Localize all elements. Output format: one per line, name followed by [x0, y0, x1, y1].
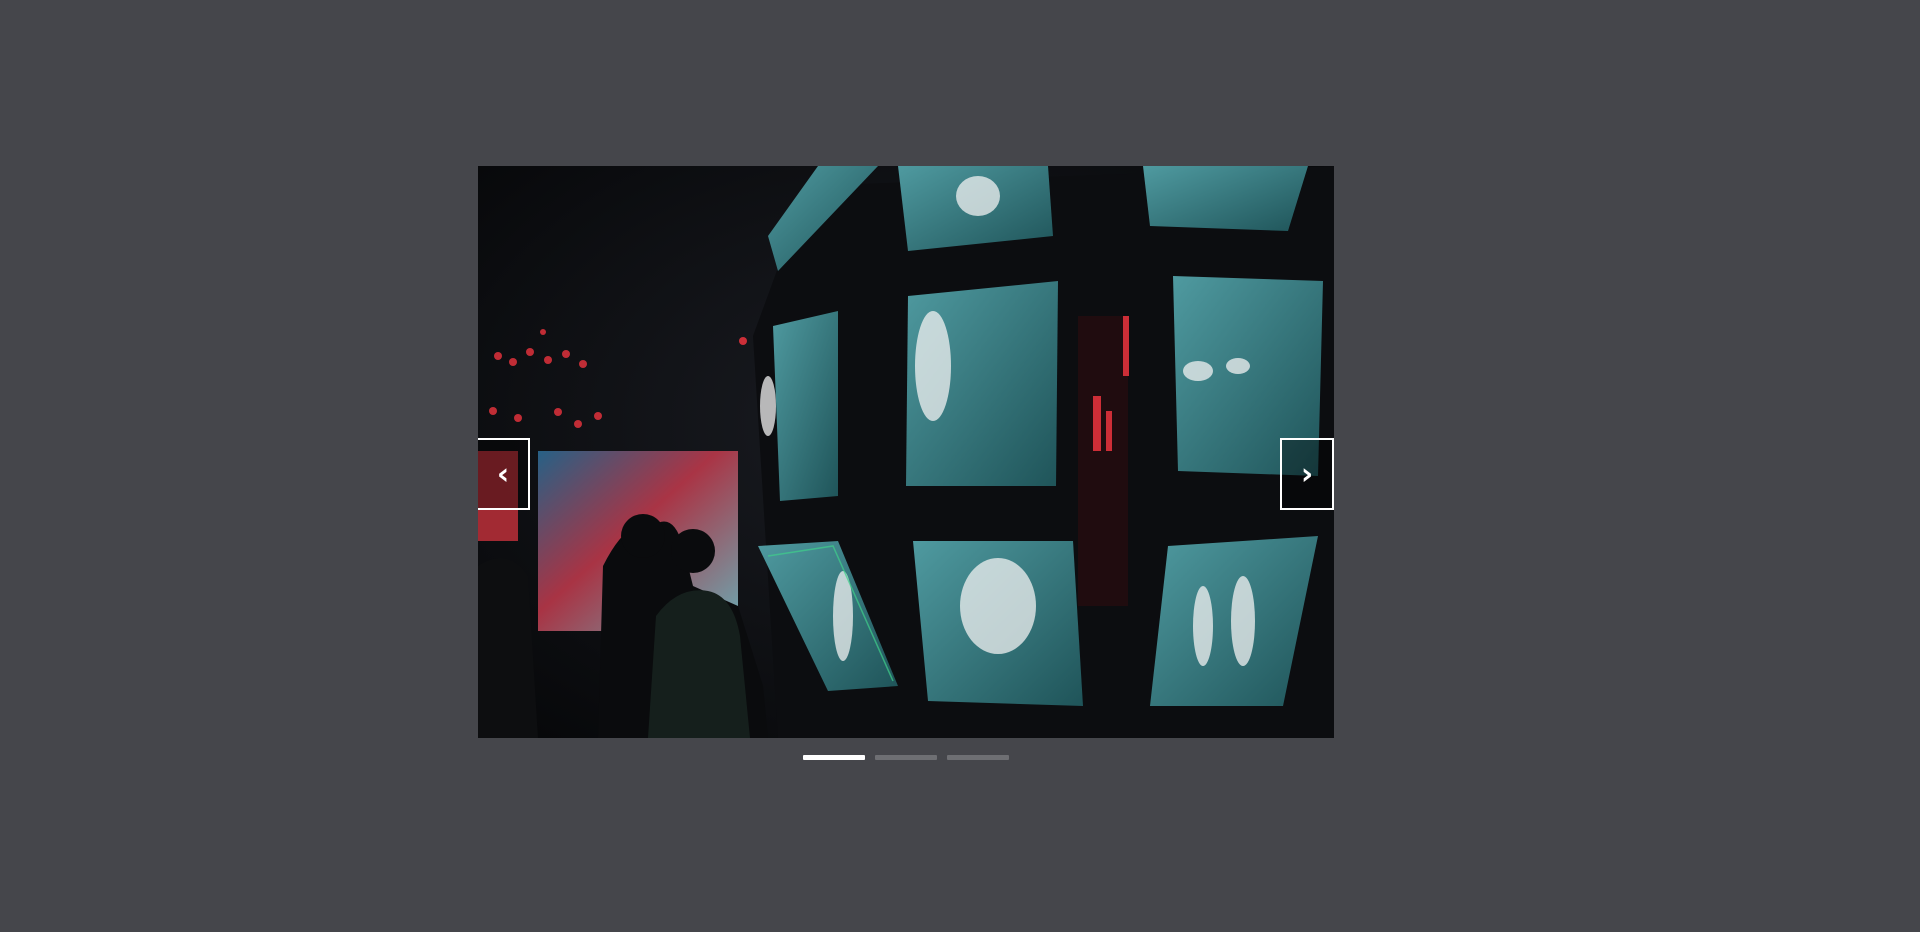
- slide-indicators: [803, 755, 1009, 760]
- previous-slide-button[interactable]: ‹: [478, 438, 530, 510]
- image-carousel: ‹ ›: [478, 166, 1334, 738]
- chevron-left-icon: ‹: [496, 456, 510, 492]
- slide-indicator-3[interactable]: [947, 755, 1009, 760]
- slide-indicator-1[interactable]: [803, 755, 865, 760]
- slide-image: [478, 166, 1334, 738]
- next-slide-button[interactable]: ›: [1280, 438, 1334, 510]
- chevron-right-icon: ›: [1300, 456, 1314, 492]
- slide-indicator-2[interactable]: [875, 755, 937, 760]
